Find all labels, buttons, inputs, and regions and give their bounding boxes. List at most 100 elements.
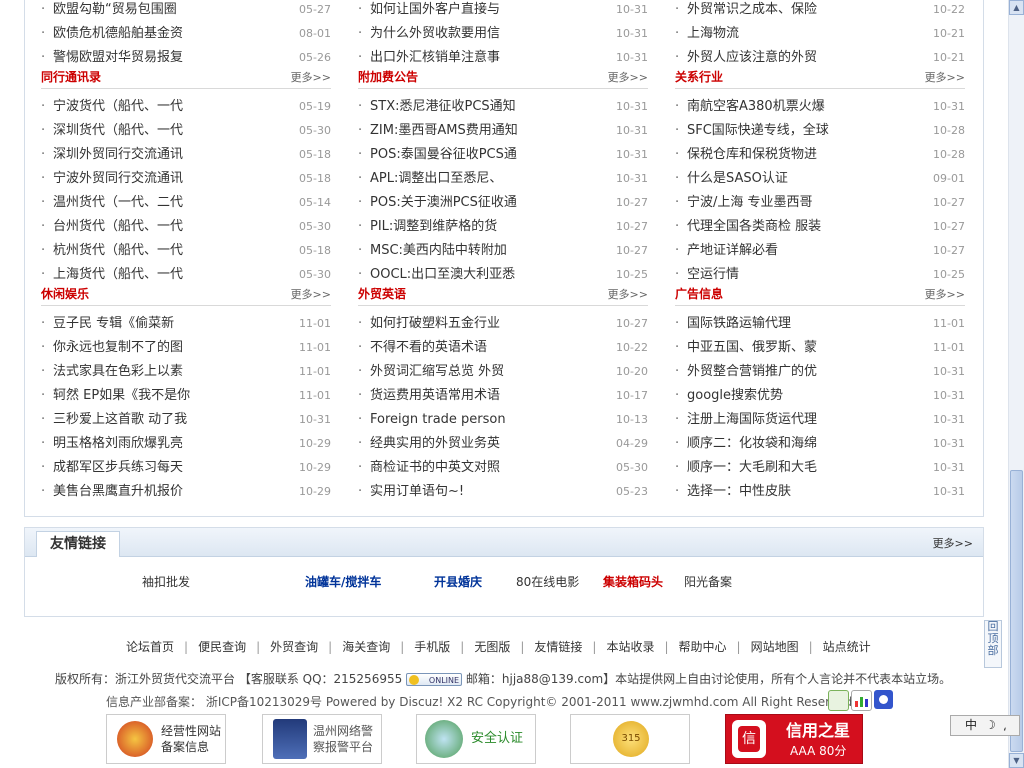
list-item[interactable]: · 美售台黑鹰直升机报价 10-29 [41, 480, 331, 504]
footer-nav-link[interactable]: 帮助中心 [679, 640, 727, 654]
more-link[interactable]: 更多>> [291, 69, 331, 85]
item-title[interactable]: PIL:调整到维萨格的货 [370, 215, 580, 239]
list-item[interactable]: · 你永远也复制不了的图 11-01 [41, 336, 331, 360]
list-item[interactable]: · 实用订单语句~! 05-23 [358, 480, 648, 504]
scroll-thumb[interactable] [1010, 470, 1023, 752]
list-item[interactable]: · 豆子民 专辑《偷菜新 11-01 [41, 312, 331, 336]
ime-mode-label[interactable]: 中 [965, 716, 977, 735]
list-item[interactable]: · 三秒爱上这首歌 动了我 10-31 [41, 408, 331, 432]
list-item[interactable]: · 产地证详解必看 10-27 [675, 239, 965, 263]
list-item[interactable]: · 经典实用的外贸业务英 04-29 [358, 432, 648, 456]
more-link[interactable]: 更多>> [608, 286, 648, 302]
list-item[interactable]: · 宁波货代（船代、一代 05-19 [41, 95, 331, 119]
badge-315[interactable]: 315 [570, 714, 690, 764]
list-item[interactable]: · 轲然 EP如果《我不是你 11-01 [41, 384, 331, 408]
item-title[interactable]: 明玉格格刘雨欣爆乳亮 [53, 432, 263, 456]
list-item[interactable]: · 选择一：中性皮肤 10-31 [675, 480, 965, 504]
more-link[interactable]: 更多>> [925, 286, 965, 302]
list-item[interactable]: · PIL:调整到维萨格的货 10-27 [358, 215, 648, 239]
item-title[interactable]: 经典实用的外贸业务英 [370, 432, 580, 456]
back-to-top-button[interactable]: 回顶部 [984, 620, 1002, 668]
item-title[interactable]: 台州货代（船代、一代 [53, 215, 263, 239]
scroll-down-arrow-icon[interactable]: ▼ [1009, 753, 1024, 768]
item-title[interactable]: google搜索优势 [687, 384, 897, 408]
friend-link[interactable]: 袖扣批发 [142, 573, 190, 590]
item-title[interactable]: POS:泰国曼谷征收PCS通 [370, 143, 580, 167]
friend-link[interactable]: 开县婚庆 [434, 573, 482, 590]
qq-online-icon[interactable]: ONLINE [406, 673, 463, 686]
list-item[interactable]: · 欧盟勾勒“贸易包围圈 05-27 [41, 0, 331, 22]
list-item[interactable]: · 外贸整合营销推广的优 10-31 [675, 360, 965, 384]
list-item[interactable]: · SFC国际快递专线，全球 10-28 [675, 119, 965, 143]
list-item[interactable]: · Foreign trade person 10-13 [358, 408, 648, 432]
footer-nav-link[interactable]: 便民查询 [198, 640, 246, 654]
item-title[interactable]: 顺序二：化妆袋和海绵 [687, 432, 897, 456]
friend-links-more-link[interactable]: 更多>> [933, 535, 973, 551]
list-item[interactable]: · 顺序一：大毛刷和大毛 10-31 [675, 456, 965, 480]
item-title[interactable]: 三秒爱上这首歌 动了我 [53, 408, 263, 432]
ime-moon-icon[interactable]: ☽ [985, 716, 996, 735]
item-title[interactable]: 外贸词汇缩写总览 外贸 [370, 360, 580, 384]
stats-icon[interactable] [851, 690, 872, 711]
list-item[interactable]: · 不得不看的英语术语 10-22 [358, 336, 648, 360]
list-item[interactable]: · STX:悉尼港征收PCS通知 10-31 [358, 95, 648, 119]
item-title[interactable]: 货运费用英语常用术语 [370, 384, 580, 408]
item-title[interactable]: POS:关于澳洲PCS征收通 [370, 191, 580, 215]
list-item[interactable]: · 代理全国各类商检 服装 10-27 [675, 215, 965, 239]
list-item[interactable]: · 为什么外贸收款要用信 10-31 [358, 22, 648, 46]
item-title[interactable]: 保税仓库和保税货物进 [687, 143, 897, 167]
list-item[interactable]: · 保税仓库和保税货物进 10-28 [675, 143, 965, 167]
item-title[interactable]: 欧盟勾勒“贸易包围圈 [53, 0, 263, 22]
item-title[interactable]: 代理全国各类商检 服装 [687, 215, 897, 239]
item-title[interactable]: 你永远也复制不了的图 [53, 336, 263, 360]
footer-nav-link[interactable]: 本站收录 [606, 640, 654, 654]
list-item[interactable]: · APL:调整出口至悉尼、 10-31 [358, 167, 648, 191]
list-item[interactable]: · 上海物流 10-21 [675, 22, 965, 46]
item-title[interactable]: 欧债危机德船舶基金资 [53, 22, 263, 46]
more-link[interactable]: 更多>> [608, 69, 648, 85]
friend-link[interactable]: 油罐车/搅拌车 [305, 573, 381, 590]
item-title[interactable]: 深圳外贸同行交流通讯 [53, 143, 263, 167]
item-title[interactable]: 深圳货代（船代、一代 [53, 119, 263, 143]
footer-nav-link[interactable]: 手机版 [414, 640, 450, 654]
item-title[interactable]: 如何让国外客户直接与 [370, 0, 580, 22]
section-title[interactable]: 休闲娱乐 [41, 285, 89, 302]
footer-nav-link[interactable]: 外贸查询 [270, 640, 318, 654]
list-item[interactable]: · 注册上海国际货运代理 10-31 [675, 408, 965, 432]
wap-icon[interactable] [828, 690, 849, 711]
list-item[interactable]: · 宁波外贸同行交流通讯 05-18 [41, 167, 331, 191]
ime-toolbar[interactable]: 中 ☽ ⸲ [950, 715, 1020, 736]
list-item[interactable]: · 中亚五国、俄罗斯、蒙 11-01 [675, 336, 965, 360]
list-item[interactable]: · 成都军区步兵练习每天 10-29 [41, 456, 331, 480]
list-item[interactable]: · MSC:美西内陆中转附加 10-27 [358, 239, 648, 263]
badge-icp-record[interactable]: 经营性网站 备案信息 [106, 714, 226, 764]
item-title[interactable]: MSC:美西内陆中转附加 [370, 239, 580, 263]
friend-link[interactable]: 阳光备案 [684, 573, 732, 590]
more-link[interactable]: 更多>> [925, 69, 965, 85]
item-title[interactable]: 豆子民 专辑《偷菜新 [53, 312, 263, 336]
item-title[interactable]: SFC国际快递专线，全球 [687, 119, 897, 143]
item-title[interactable]: 产地证详解必看 [687, 239, 897, 263]
item-title[interactable]: Foreign trade person [370, 408, 580, 432]
badge-police[interactable]: 温州网络警 察报警平台 [262, 714, 382, 764]
list-item[interactable]: · ZIM:墨西哥AMS费用通知 10-31 [358, 119, 648, 143]
list-item[interactable]: · 商检证书的中英文对照 05-30 [358, 456, 648, 480]
item-title[interactable]: 如何打破塑料五金行业 [370, 312, 580, 336]
list-item[interactable]: · 如何让国外客户直接与 10-31 [358, 0, 648, 22]
item-title[interactable]: 南航空客A380机票火爆 [687, 95, 897, 119]
section-title[interactable]: 同行通讯录 [41, 68, 101, 85]
item-title[interactable]: 实用订单语句~! [370, 480, 580, 504]
list-item[interactable]: · 如何打破塑料五金行业 10-27 [358, 312, 648, 336]
item-title[interactable]: 美售台黑鹰直升机报价 [53, 480, 263, 504]
friend-links-tab[interactable]: 友情链接 [36, 531, 120, 557]
friend-link[interactable]: 80在线电影 [516, 573, 579, 590]
item-title[interactable]: 上海物流 [687, 22, 897, 46]
list-item[interactable]: · 法式家具在色彩上以素 11-01 [41, 360, 331, 384]
ime-punct-icon[interactable]: ⸲ [1003, 716, 1006, 735]
section-title[interactable]: 外贸英语 [358, 285, 406, 302]
item-title[interactable]: 外贸常识之成本、保险 [687, 0, 897, 22]
item-title[interactable]: 宁波货代（船代、一代 [53, 95, 263, 119]
item-title[interactable]: ZIM:墨西哥AMS费用通知 [370, 119, 580, 143]
list-item[interactable]: · 深圳货代（船代、一代 05-30 [41, 119, 331, 143]
item-title[interactable]: 顺序一：大毛刷和大毛 [687, 456, 897, 480]
